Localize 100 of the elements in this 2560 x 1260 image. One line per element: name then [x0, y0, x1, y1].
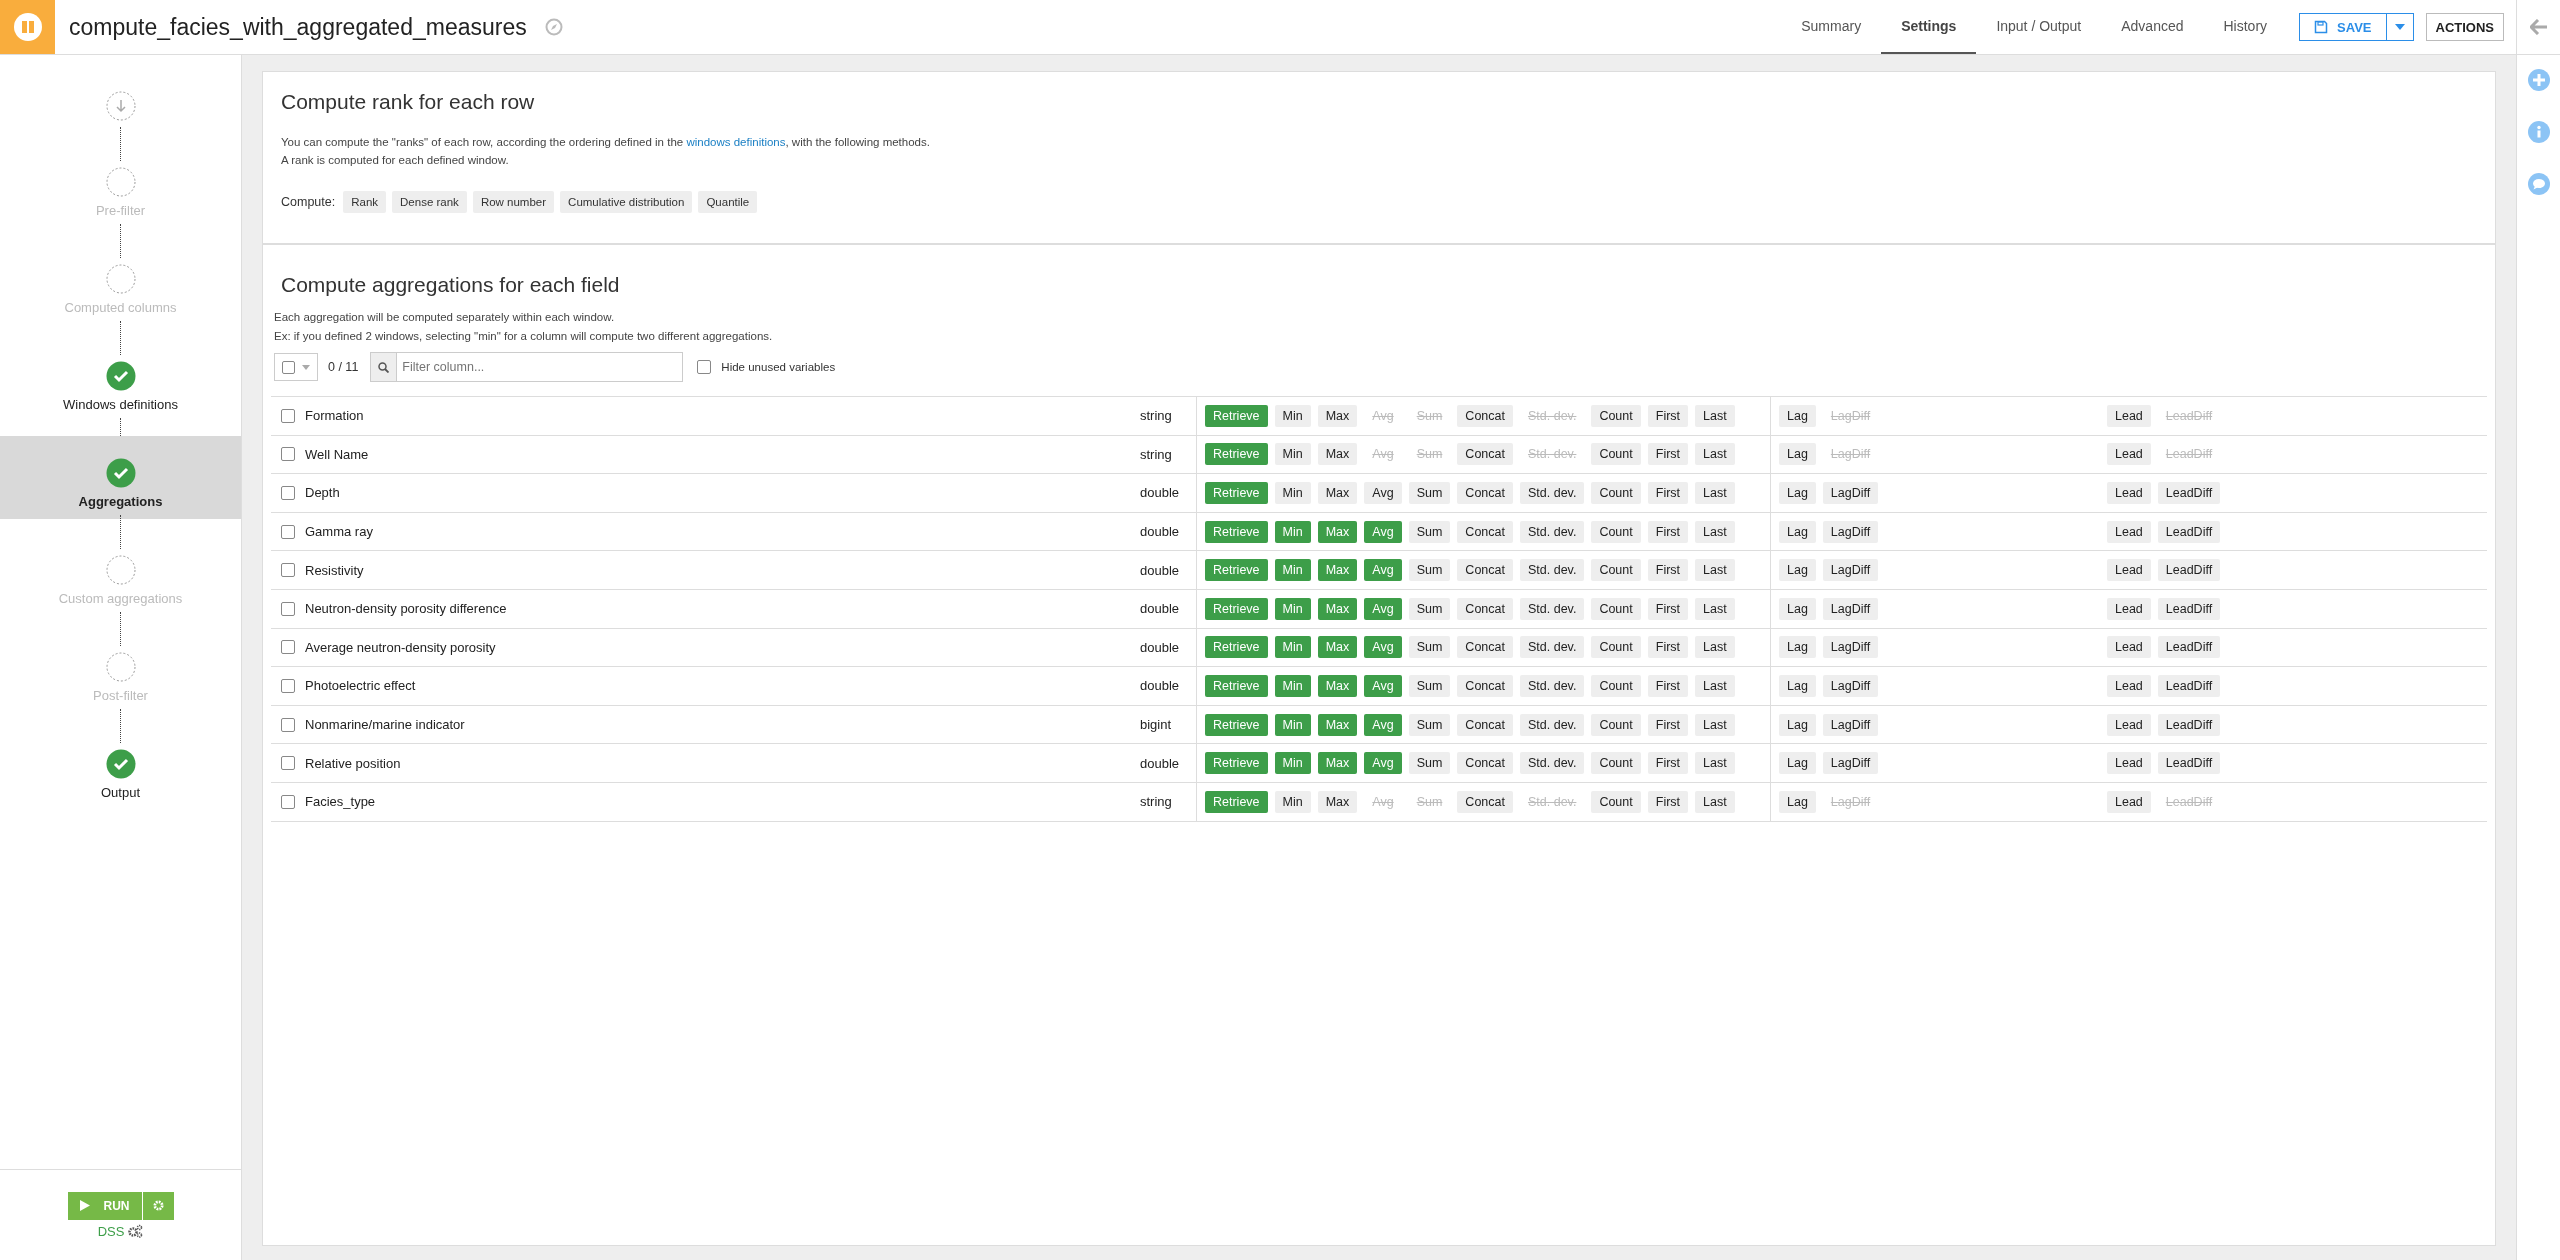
engine-label[interactable]: DSS: [97, 1223, 125, 1239]
aggregation-toggle[interactable]: LeadDiff: [2157, 752, 2221, 775]
aggregation-toggle[interactable]: LeadDiff: [2157, 482, 2221, 504]
aggregation-toggle[interactable]: LagDiff: [1822, 559, 1879, 582]
aggregation-toggle[interactable]: Last: [1695, 713, 1735, 736]
aggregation-toggle[interactable]: Lag: [1779, 790, 1816, 813]
aggregation-toggle[interactable]: Lag: [1779, 404, 1816, 427]
aggregation-toggle[interactable]: Max: [1317, 404, 1358, 427]
nav-tab[interactable]: Advanced: [2101, 0, 2204, 54]
aggregation-toggle[interactable]: Concat: [1457, 713, 1513, 736]
aggregation-toggle[interactable]: Sum: [1408, 752, 1451, 775]
aggregation-toggle[interactable]: Std. dev.: [1519, 713, 1585, 736]
aggregation-toggle[interactable]: Lead: [2107, 597, 2151, 620]
aggregation-toggle[interactable]: Count: [1591, 752, 1641, 775]
aggregation-toggle[interactable]: LeadDiff: [2157, 597, 2221, 620]
aggregation-toggle[interactable]: Last: [1695, 790, 1735, 813]
aggregation-toggle[interactable]: Last: [1695, 520, 1735, 543]
aggregation-toggle[interactable]: Count: [1591, 597, 1641, 620]
aggregation-toggle[interactable]: Avg: [1364, 482, 1402, 504]
aggregation-toggle[interactable]: Std. dev.: [1519, 752, 1585, 775]
step[interactable]: Output: [0, 743, 241, 806]
aggregation-toggle[interactable]: LagDiff: [1822, 597, 1879, 620]
aggregation-toggle[interactable]: Concat: [1457, 520, 1513, 543]
aggregation-toggle[interactable]: Lead: [2107, 443, 2151, 466]
aggregation-toggle[interactable]: Std. dev.: [1519, 636, 1585, 659]
row-checkbox[interactable]: [281, 524, 295, 539]
aggregation-toggle[interactable]: Count: [1591, 404, 1641, 427]
aggregation-toggle[interactable]: Count: [1591, 636, 1641, 659]
aggregation-toggle[interactable]: Lag: [1779, 520, 1816, 543]
aggregation-toggle[interactable]: First: [1647, 482, 1689, 504]
aggregation-toggle[interactable]: First: [1647, 636, 1689, 659]
aggregation-toggle[interactable]: Last: [1695, 482, 1735, 504]
aggregation-toggle[interactable]: LeadDiff: [2157, 559, 2221, 582]
aggregation-toggle[interactable]: Concat: [1457, 790, 1513, 813]
rank-method-toggle[interactable]: Dense rank: [392, 191, 467, 213]
aggregation-toggle[interactable]: Last: [1695, 559, 1735, 582]
aggregation-toggle[interactable]: Sum: [1408, 559, 1451, 582]
aggregation-toggle[interactable]: Lag: [1779, 674, 1816, 697]
aggregation-toggle[interactable]: LagDiff: [1822, 713, 1879, 736]
aggregation-toggle[interactable]: Concat: [1457, 674, 1513, 697]
aggregation-toggle[interactable]: Std. dev.: [1519, 559, 1585, 582]
checkbox[interactable]: [697, 360, 712, 374]
aggregation-toggle[interactable]: Sum: [1408, 520, 1451, 543]
aggregation-toggle[interactable]: Last: [1695, 752, 1735, 775]
aggregation-toggle[interactable]: Sum: [1408, 713, 1451, 736]
aggregation-toggle[interactable]: First: [1647, 674, 1689, 697]
info-icon[interactable]: [2527, 121, 2550, 143]
filter-field[interactable]: Filter column...: [396, 352, 684, 382]
row-checkbox[interactable]: [281, 756, 295, 771]
row-checkbox[interactable]: [281, 601, 295, 616]
aggregation-toggle[interactable]: Lead: [2107, 520, 2151, 543]
aggregation-toggle[interactable]: Lead: [2107, 790, 2151, 813]
aggregation-toggle[interactable]: Concat: [1457, 597, 1513, 620]
aggregation-toggle[interactable]: Std. dev.: [1519, 520, 1585, 543]
aggregation-toggle[interactable]: Std. dev.: [1519, 674, 1585, 697]
aggregation-toggle[interactable]: Lead: [2107, 559, 2151, 582]
aggregation-toggle[interactable]: Min: [1274, 790, 1311, 813]
aggregation-toggle[interactable]: Sum: [1408, 482, 1451, 504]
aggregation-toggle[interactable]: Lead: [2107, 404, 2151, 427]
aggregation-toggle[interactable]: Count: [1591, 559, 1641, 582]
recipe-logo[interactable]: [0, 0, 55, 54]
aggregation-toggle[interactable]: Lag: [1779, 559, 1816, 582]
aggregation-toggle[interactable]: Count: [1591, 674, 1641, 697]
aggregation-toggle[interactable]: Max: [1317, 790, 1358, 813]
row-checkbox[interactable]: [281, 640, 295, 655]
aggregation-toggle[interactable]: Sum: [1408, 674, 1451, 697]
aggregation-toggle[interactable]: Last: [1695, 636, 1735, 659]
aggregation-toggle[interactable]: Concat: [1457, 752, 1513, 775]
aggregation-toggle[interactable]: Last: [1695, 404, 1735, 427]
run-settings-button[interactable]: [142, 1191, 174, 1220]
aggregation-toggle[interactable]: Concat: [1457, 636, 1513, 659]
rank-method-toggle[interactable]: Row number: [472, 191, 555, 213]
aggregation-toggle[interactable]: Std. dev.: [1519, 597, 1585, 620]
row-checkbox[interactable]: [281, 486, 295, 500]
aggregation-toggle[interactable]: Count: [1591, 482, 1641, 504]
selected-step[interactable]: Aggregations: [0, 436, 241, 519]
aggregation-toggle[interactable]: Concat: [1457, 404, 1513, 427]
aggregation-toggle[interactable]: Lead: [2107, 752, 2151, 775]
aggregation-toggle[interactable]: LeadDiff: [2157, 636, 2221, 659]
row-checkbox[interactable]: [281, 717, 295, 732]
aggregation-toggle[interactable]: Count: [1591, 520, 1641, 543]
aggregation-toggle[interactable]: Lag: [1779, 713, 1816, 736]
add-icon[interactable]: [2527, 69, 2550, 91]
aggregation-toggle[interactable]: Sum: [1408, 636, 1451, 659]
aggregation-toggle[interactable]: Concat: [1457, 482, 1513, 504]
aggregation-toggle[interactable]: Lag: [1779, 597, 1816, 620]
aggregation-toggle[interactable]: Lag: [1779, 482, 1816, 504]
aggregation-toggle[interactable]: First: [1647, 520, 1689, 543]
aggregation-toggle[interactable]: Max: [1317, 482, 1358, 504]
aggregation-toggle[interactable]: First: [1647, 713, 1689, 736]
aggregation-toggle[interactable]: Sum: [1408, 597, 1451, 620]
aggregation-toggle[interactable]: LagDiff: [1822, 636, 1879, 659]
aggregation-toggle[interactable]: First: [1647, 790, 1689, 813]
aggregation-toggle[interactable]: Last: [1695, 597, 1735, 620]
row-checkbox[interactable]: [281, 794, 295, 809]
aggregation-toggle[interactable]: LagDiff: [1822, 674, 1879, 697]
nav-tab[interactable]: History: [2203, 0, 2288, 54]
aggregation-toggle[interactable]: Count: [1591, 713, 1641, 736]
aggregation-toggle[interactable]: Max: [1317, 443, 1358, 466]
aggregation-toggle[interactable]: First: [1647, 752, 1689, 775]
